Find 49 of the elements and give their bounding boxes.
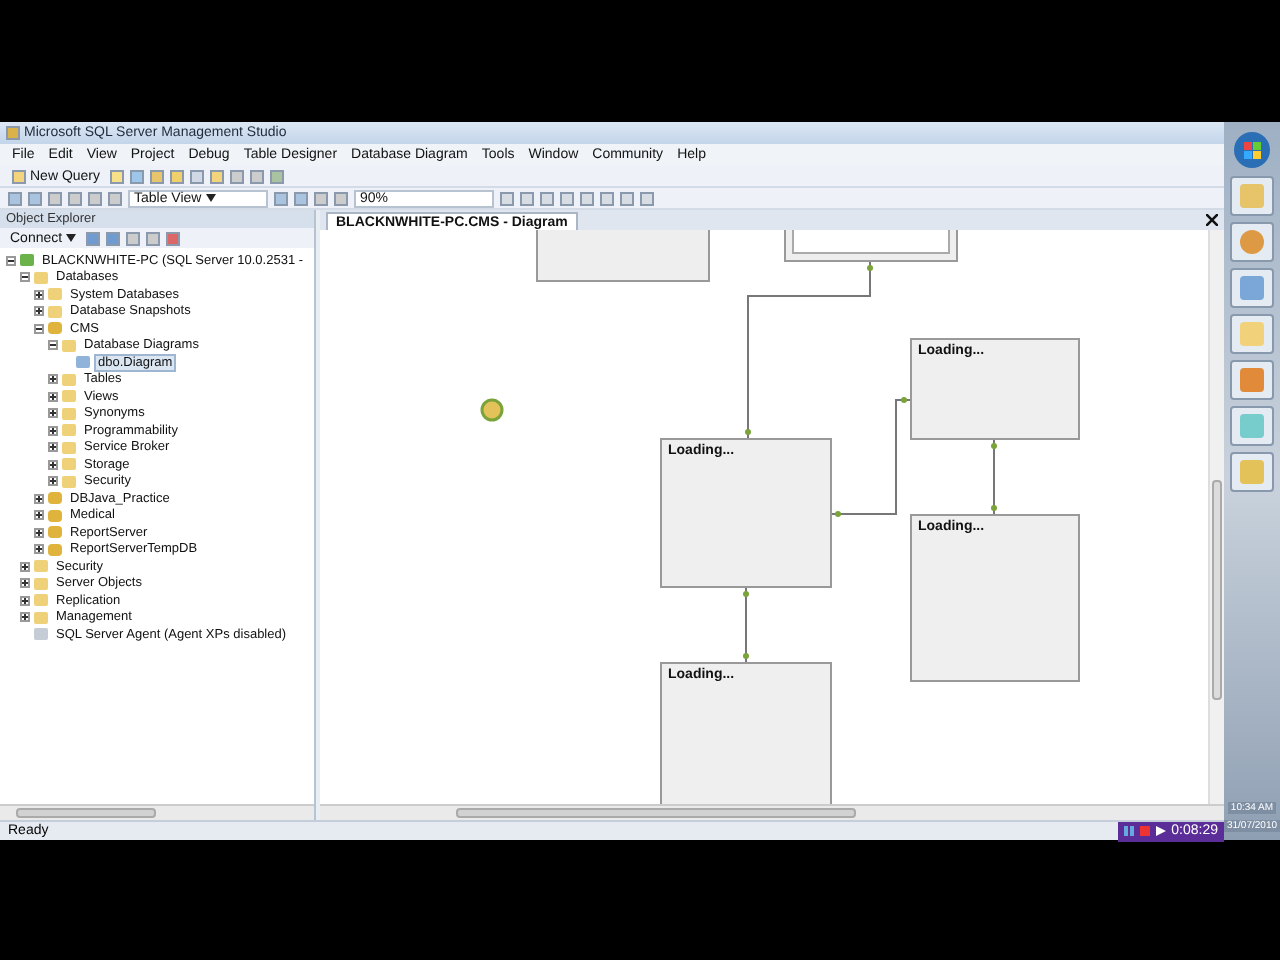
taskbar-app-icon[interactable] <box>1230 314 1274 354</box>
taskbar-app-icon[interactable] <box>1230 406 1274 446</box>
diagram-icon <box>76 356 90 369</box>
taskbar-app-icon[interactable] <box>1230 452 1274 492</box>
database-icon <box>48 322 62 335</box>
taskbar-app-icon[interactable] <box>1230 176 1274 216</box>
pause-icon[interactable] <box>1123 826 1134 836</box>
caret-icon <box>205 193 216 201</box>
relationship-line <box>743 587 749 663</box>
expand-toggle[interactable] <box>48 408 58 419</box>
caret-icon <box>66 234 77 242</box>
expand-toggle[interactable] <box>34 306 44 317</box>
expand-toggle[interactable] <box>34 493 44 504</box>
expand-toggle[interactable] <box>20 612 30 623</box>
expand-toggle[interactable] <box>48 374 58 385</box>
expand-toggle[interactable] <box>34 510 44 521</box>
expand-toggle[interactable] <box>34 544 44 555</box>
vertical-scrollbar[interactable] <box>1208 230 1224 804</box>
taskbar-app-icon[interactable] <box>1230 360 1274 400</box>
expand-toggle[interactable] <box>20 595 30 606</box>
expand-toggle[interactable] <box>20 561 30 572</box>
expand-toggle[interactable] <box>48 425 58 436</box>
taskbar-app-icon[interactable] <box>1230 268 1274 308</box>
app-icon <box>6 126 20 140</box>
expand-toggle[interactable] <box>48 459 58 470</box>
collapse-toggle[interactable] <box>34 323 44 334</box>
collapse-toggle[interactable] <box>48 340 58 351</box>
horizontal-scrollbar[interactable] <box>0 804 314 820</box>
start-orb-icon[interactable] <box>1232 130 1272 170</box>
play-icon[interactable] <box>1155 826 1166 836</box>
expand-toggle[interactable] <box>48 476 58 487</box>
close-icon[interactable] <box>1206 214 1218 226</box>
table-box[interactable] <box>536 230 710 282</box>
busy-cursor-icon <box>480 398 504 422</box>
stop-icon[interactable] <box>1139 826 1150 836</box>
collapse-toggle[interactable] <box>20 272 30 283</box>
collapse-toggle[interactable] <box>6 255 16 266</box>
expand-toggle[interactable] <box>48 391 58 402</box>
expand-toggle[interactable] <box>48 442 58 453</box>
folder-icon <box>62 339 76 352</box>
table-box[interactable] <box>784 230 958 262</box>
taskbar-app-icon[interactable] <box>1230 222 1274 262</box>
relationship-line <box>991 439 997 515</box>
expand-toggle[interactable] <box>34 527 44 538</box>
expand-toggle[interactable] <box>20 578 30 589</box>
agent-icon <box>34 628 48 641</box>
expand-toggle[interactable] <box>34 289 44 300</box>
horizontal-scrollbar[interactable] <box>320 804 1224 820</box>
server-icon <box>20 254 34 267</box>
